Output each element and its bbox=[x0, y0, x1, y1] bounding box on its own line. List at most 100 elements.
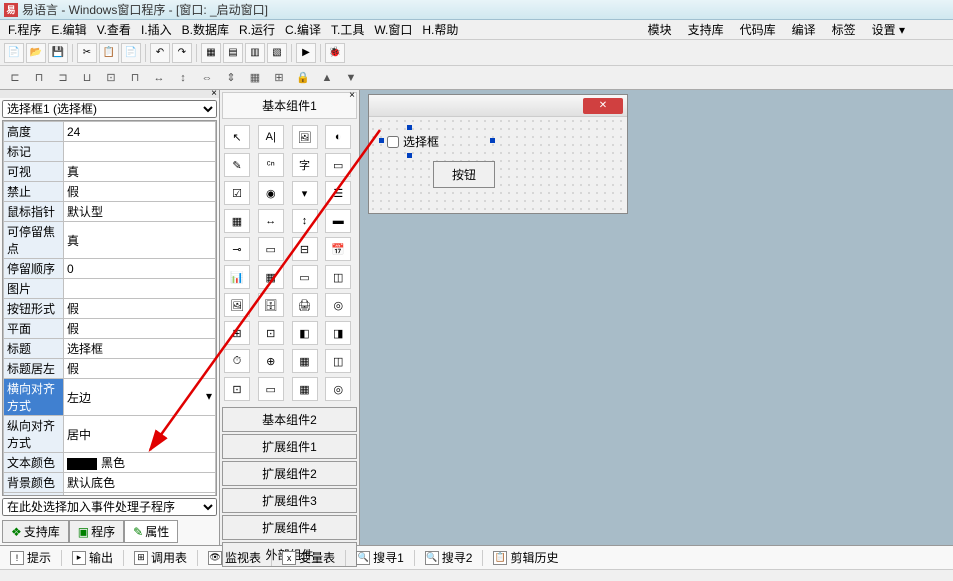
grid-tool-icon[interactable]: ▦ bbox=[258, 265, 284, 289]
menu-insert[interactable]: I.插入 bbox=[137, 19, 176, 40]
group-basic2[interactable]: 基本组件2 bbox=[222, 407, 357, 432]
debug-icon[interactable]: 🐞 bbox=[325, 43, 345, 63]
prop-label[interactable]: 高度 bbox=[4, 122, 64, 142]
misc9-tool-icon[interactable]: ⊡ bbox=[224, 377, 250, 401]
tab-vars[interactable]: x变量表 bbox=[276, 547, 341, 568]
prop-label[interactable]: 标题居左 bbox=[4, 359, 64, 379]
db-tool-icon[interactable]: 🗄 bbox=[258, 293, 284, 317]
grid-icon[interactable]: ▦ bbox=[246, 69, 264, 87]
prop-value[interactable]: 真 bbox=[64, 162, 216, 182]
run-icon[interactable]: ▶ bbox=[296, 43, 316, 63]
prop-label[interactable]: 横向对齐方式 bbox=[4, 379, 64, 416]
undo-icon[interactable]: ↶ bbox=[150, 43, 170, 63]
tree-tool-icon[interactable]: ⊟ bbox=[292, 237, 318, 261]
misc11-tool-icon[interactable]: ▦ bbox=[292, 377, 318, 401]
same-height-icon[interactable]: ⇕ bbox=[222, 69, 240, 87]
form-close-button[interactable]: ✕ bbox=[583, 98, 623, 114]
prop-value[interactable] bbox=[64, 279, 216, 299]
prop-label[interactable]: 背景颜色 bbox=[4, 473, 64, 493]
prop-label[interactable]: 禁止 bbox=[4, 182, 64, 202]
label-tool-icon[interactable]: A| bbox=[258, 125, 284, 149]
check-tool-icon[interactable]: ☑ bbox=[224, 181, 250, 205]
font-tool-icon[interactable]: 字 bbox=[292, 153, 318, 177]
misc1-tool-icon[interactable]: ◎ bbox=[325, 293, 351, 317]
image-tool-icon[interactable]: 🖼 bbox=[224, 293, 250, 317]
misc7-tool-icon[interactable]: ▦ bbox=[292, 349, 318, 373]
timer-tool-icon[interactable]: ⏱ bbox=[224, 349, 250, 373]
menu-window[interactable]: W.窗口 bbox=[370, 19, 416, 40]
misc5-tool-icon[interactable]: ◨ bbox=[325, 321, 351, 345]
menu-compile2[interactable]: 编译 bbox=[788, 19, 820, 40]
tab-tool-icon[interactable]: ▭ bbox=[258, 237, 284, 261]
menu-view[interactable]: V.查看 bbox=[93, 19, 135, 40]
progress-tool-icon[interactable]: ▬ bbox=[325, 209, 351, 233]
picture-tool-icon[interactable]: 🖼 bbox=[292, 125, 318, 149]
menu-run[interactable]: R.运行 bbox=[235, 19, 279, 40]
group-ext4[interactable]: 扩展组件4 bbox=[222, 515, 357, 540]
menu-settings[interactable]: 设置 ▾ bbox=[868, 19, 909, 40]
pointer-tool-icon[interactable]: ↖ bbox=[224, 125, 250, 149]
align-center-icon[interactable]: ⊓ bbox=[30, 69, 48, 87]
form-designer[interactable]: ✕ 选择框 按钮 bbox=[360, 90, 953, 545]
list-tool-icon[interactable]: ☰ bbox=[325, 181, 351, 205]
tab-attributes[interactable]: ✎属性 bbox=[124, 520, 178, 543]
prop-label[interactable]: 可视 bbox=[4, 162, 64, 182]
prop-value[interactable]: 默认底色 bbox=[64, 473, 216, 493]
table-tool-icon[interactable]: ▦ bbox=[224, 209, 250, 233]
misc4-tool-icon[interactable]: ◧ bbox=[292, 321, 318, 345]
prop-label[interactable]: 平面 bbox=[4, 319, 64, 339]
menu-help[interactable]: H.帮助 bbox=[418, 19, 462, 40]
prop-label[interactable]: 停留顺序 bbox=[4, 259, 64, 279]
vscroll-tool-icon[interactable]: ↕ bbox=[292, 209, 318, 233]
prop-label[interactable]: 按钮形式 bbox=[4, 299, 64, 319]
prop-value[interactable]: 选择框 bbox=[64, 339, 216, 359]
snap-icon[interactable]: ⊞ bbox=[270, 69, 288, 87]
back-icon[interactable]: ▼ bbox=[342, 69, 360, 87]
menu-module[interactable]: 模块 bbox=[644, 19, 676, 40]
prop-value[interactable]: 默认型 bbox=[64, 202, 216, 222]
misc6-tool-icon[interactable]: ⊕ bbox=[258, 349, 284, 373]
prop-label[interactable]: 标记 bbox=[4, 142, 64, 162]
close-icon[interactable]: × bbox=[349, 90, 355, 101]
tab-supportlib[interactable]: ❖支持库 bbox=[2, 520, 69, 543]
palette-title[interactable]: 基本组件1 bbox=[222, 92, 357, 119]
copy-icon[interactable]: 📋 bbox=[99, 43, 119, 63]
design-form[interactable]: ✕ 选择框 按钮 bbox=[368, 94, 628, 214]
prop-label[interactable]: 字体 bbox=[4, 493, 64, 497]
new-icon[interactable]: 📄 bbox=[4, 43, 24, 63]
prop-value[interactable]: 0 bbox=[64, 259, 216, 279]
prop-value[interactable]: 假 bbox=[64, 359, 216, 379]
prop-value[interactable]: 真 bbox=[64, 222, 216, 259]
prop-label[interactable]: 可停留焦点 bbox=[4, 222, 64, 259]
dist-v-icon[interactable]: ↕ bbox=[174, 69, 192, 87]
save-icon[interactable]: 💾 bbox=[48, 43, 68, 63]
print-tool-icon[interactable]: 🖨 bbox=[292, 293, 318, 317]
menu-program[interactable]: F.程序 bbox=[4, 19, 45, 40]
group-tool-icon[interactable]: ◫ bbox=[325, 265, 351, 289]
menu-compile[interactable]: C.编译 bbox=[281, 19, 325, 40]
group-ext2[interactable]: 扩展组件2 bbox=[222, 461, 357, 486]
dist-h-icon[interactable]: ↔ bbox=[150, 69, 168, 87]
front-icon[interactable]: ▲ bbox=[318, 69, 336, 87]
group-ext3[interactable]: 扩展组件3 bbox=[222, 488, 357, 513]
paste-icon[interactable]: 📄 bbox=[121, 43, 141, 63]
menu-codelib[interactable]: 代码库 bbox=[736, 19, 780, 40]
combo-tool-icon[interactable]: ▾ bbox=[292, 181, 318, 205]
form-body[interactable]: 选择框 按钮 bbox=[369, 117, 627, 213]
prop-label[interactable]: 图片 bbox=[4, 279, 64, 299]
prop-value[interactable]: 假 bbox=[64, 182, 216, 202]
misc2-tool-icon[interactable]: ⊞ bbox=[224, 321, 250, 345]
layout1-icon[interactable]: ▦ bbox=[201, 43, 221, 63]
date-tool-icon[interactable]: 📅 bbox=[325, 237, 351, 261]
prop-value[interactable]: 居中 bbox=[64, 416, 216, 453]
prop-value[interactable] bbox=[64, 142, 216, 162]
misc12-tool-icon[interactable]: ◎ bbox=[325, 377, 351, 401]
layout3-icon[interactable]: ▥ bbox=[245, 43, 265, 63]
prop-value[interactable]: 假 bbox=[64, 299, 216, 319]
prop-label[interactable]: 鼠标指针 bbox=[4, 202, 64, 222]
align-bottom-icon[interactable]: ⊓ bbox=[126, 69, 144, 87]
checkbox-input[interactable] bbox=[387, 136, 399, 148]
close-icon[interactable]: × bbox=[211, 88, 217, 99]
selection-handle[interactable] bbox=[490, 138, 495, 143]
object-combo[interactable]: 选择框1 (选择框) bbox=[2, 100, 217, 118]
